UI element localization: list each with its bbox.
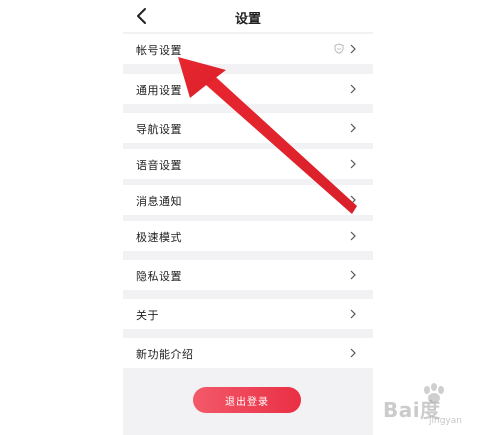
chevron-right-icon [350,84,356,94]
watermark-logo: Bai度 jingyan [383,382,498,434]
paw-icon [424,383,444,403]
watermark-subtitle: jingyan [429,416,462,426]
menu-item-label: 隐私设置 [136,270,182,283]
menu-item-label: 导航设置 [136,123,182,136]
chevron-right-icon [350,123,356,133]
page-title: 设置 [234,12,261,27]
menu-item-label: 极速模式 [136,231,182,244]
menu-item-privacy-settings[interactable]: 隐私设置 [123,260,373,290]
settings-screen: 设置 帐号设置 通用设置 导航设置 语音设置 消息通知 极速模式 隐私设置 关于… [123,0,373,435]
menu-item-label: 帐号设置 [136,44,182,57]
logout-button[interactable]: 退出登录 [193,387,301,413]
chevron-right-icon [350,270,356,280]
chevron-right-icon [350,348,356,358]
chevron-right-icon [350,44,356,54]
menu-item-voice-settings[interactable]: 语音设置 [123,149,373,179]
menu-item-label: 关于 [136,309,159,322]
chevron-right-icon [350,195,356,205]
menu-item-navigation-settings[interactable]: 导航设置 [123,113,373,143]
chevron-right-icon [350,309,356,319]
menu-item-label: 语音设置 [136,159,182,172]
menu-item-speed-mode[interactable]: 极速模式 [123,221,373,251]
chevron-right-icon [350,231,356,241]
menu-item-general-settings[interactable]: 通用设置 [123,74,373,104]
screenshot-page: 设置 帐号设置 通用设置 导航设置 语音设置 消息通知 极速模式 隐私设置 关于… [0,0,500,435]
menu-item-account-settings[interactable]: 帐号设置 [123,34,373,64]
menu-item-label: 消息通知 [136,195,182,208]
menu-item-about[interactable]: 关于 [123,299,373,329]
menu-item-label: 新功能介绍 [136,348,194,361]
menu-item-label: 通用设置 [136,84,182,97]
shield-icon [334,43,344,54]
top-bar: 设置 [123,0,373,32]
menu-item-notifications[interactable]: 消息通知 [123,185,373,215]
chevron-right-icon [350,159,356,169]
menu-item-new-features[interactable]: 新功能介绍 [123,338,373,368]
